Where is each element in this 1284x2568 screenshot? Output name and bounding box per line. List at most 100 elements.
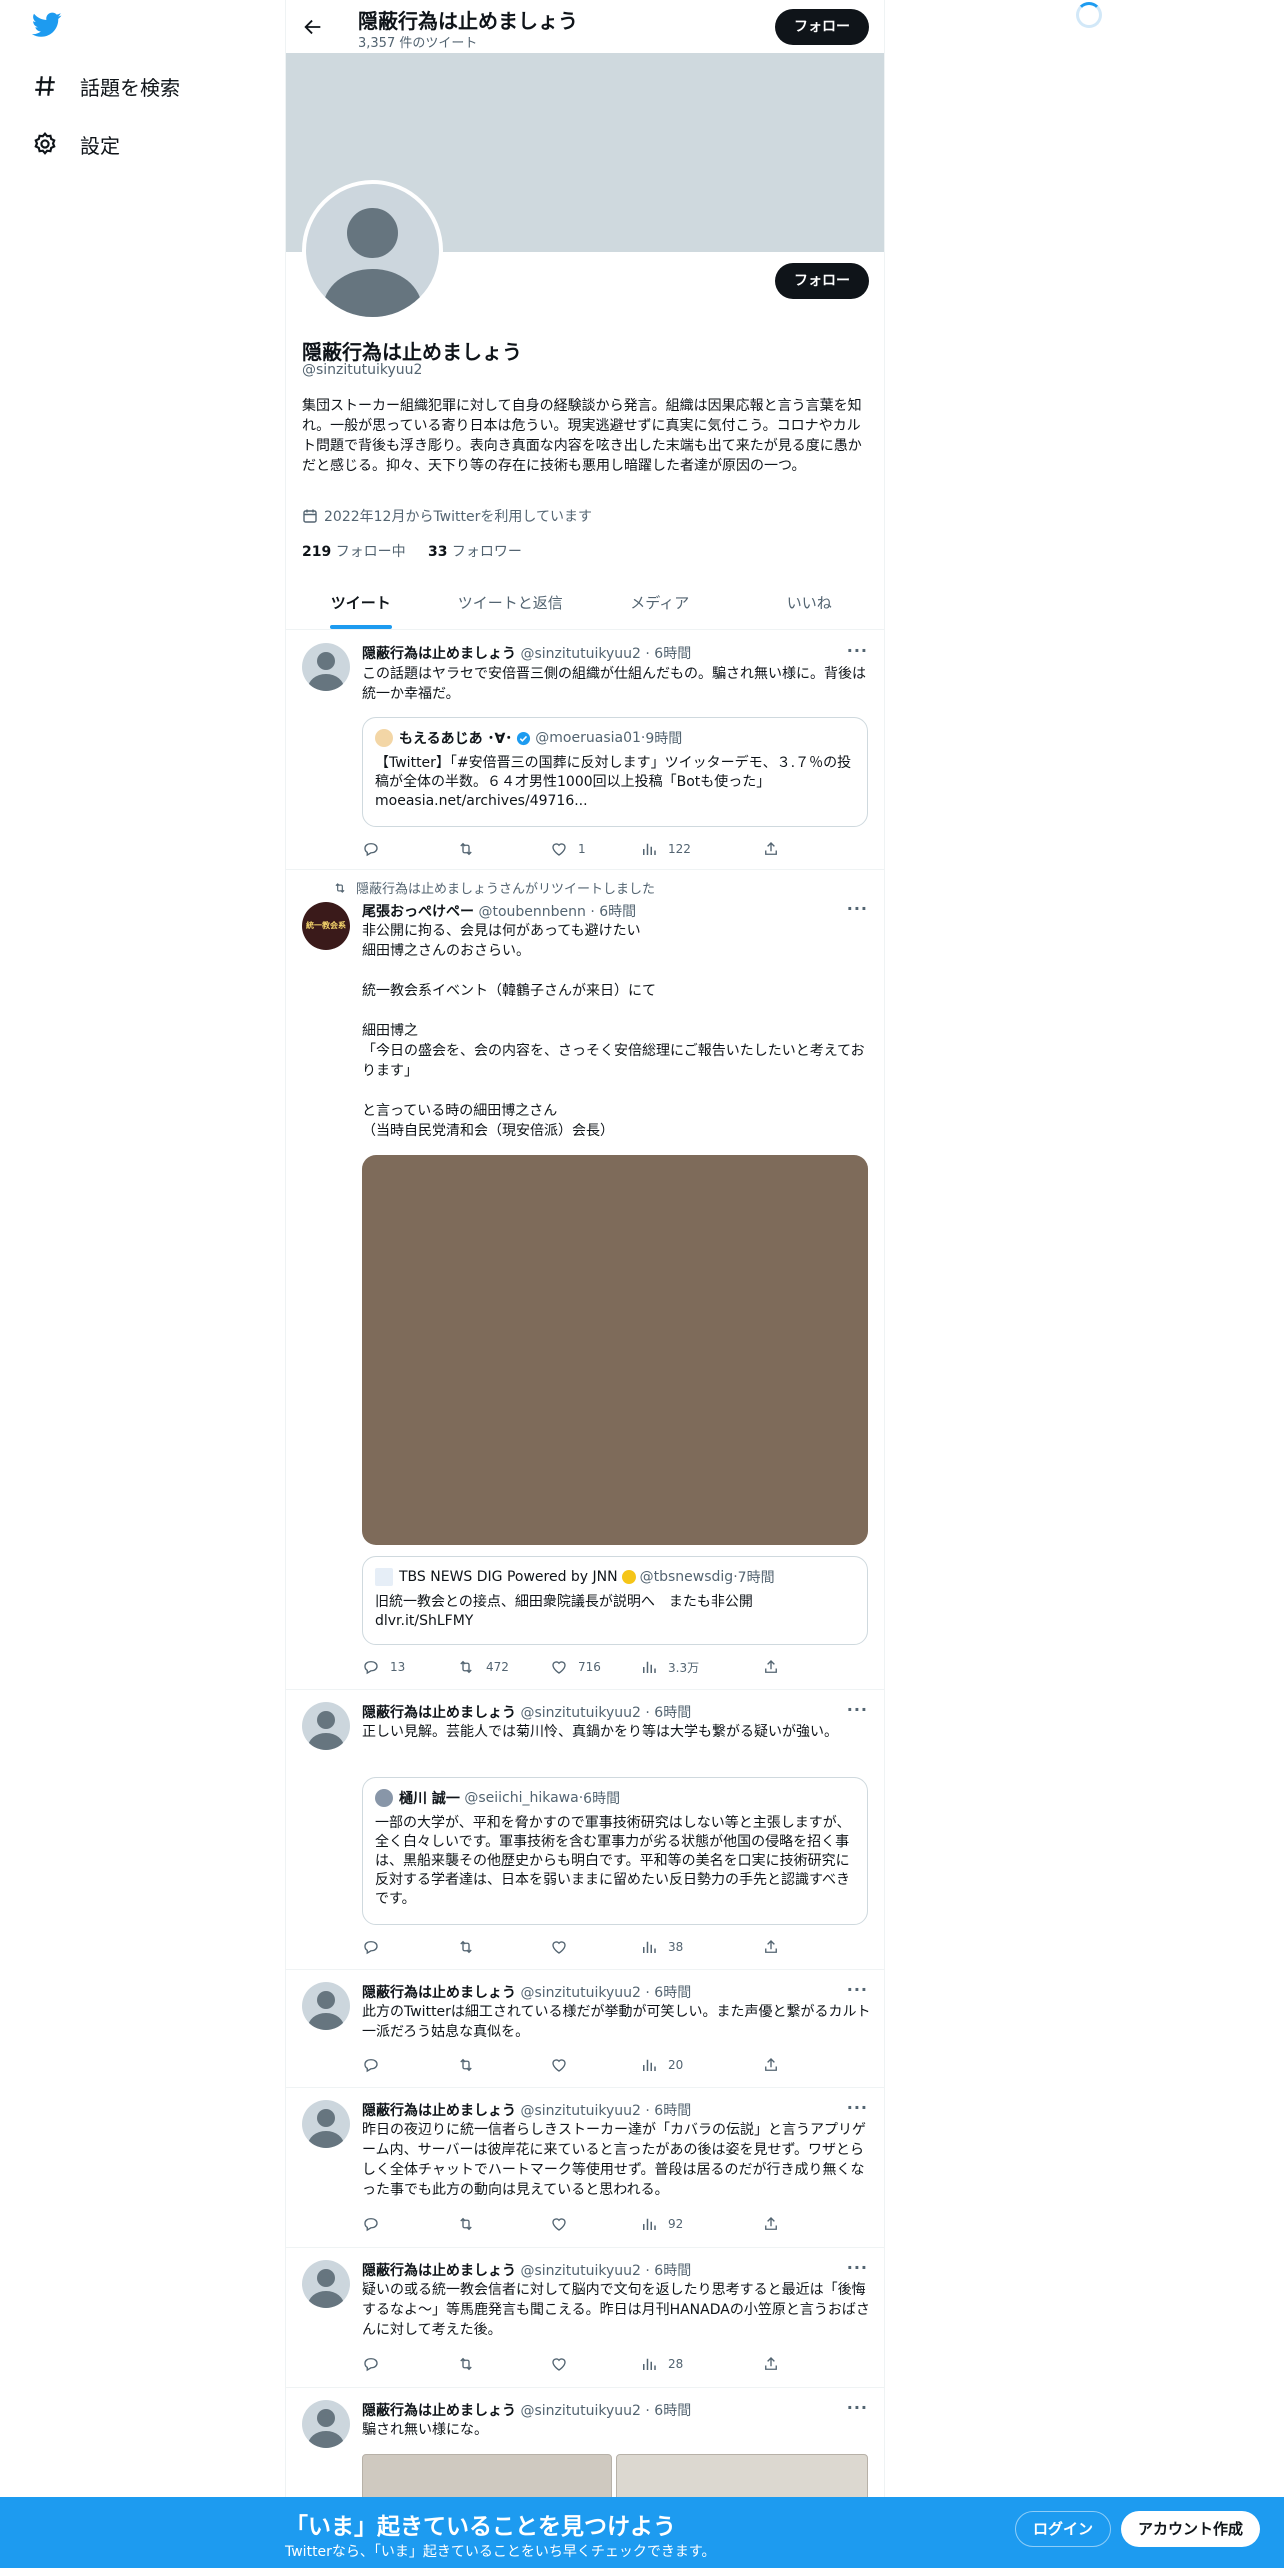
- like-button[interactable]: [550, 2056, 578, 2074]
- tweet-media-image[interactable]: [362, 1155, 868, 1545]
- tweet[interactable]: 隠蔽行為は止めましょう @sinzitutuikyuu2 · 6時間 ··· 正…: [286, 1690, 884, 1970]
- views-button[interactable]: 122: [640, 840, 691, 858]
- reply-button[interactable]: [362, 2355, 390, 2373]
- views-button[interactable]: 92: [640, 2215, 683, 2233]
- tweet-actions: 92: [362, 2215, 802, 2235]
- quote-tweet[interactable]: TBS NEWS DIG Powered by JNN @tbsnewsdig ·…: [362, 1556, 868, 1645]
- share-button[interactable]: [762, 1938, 780, 1956]
- header-follow-button[interactable]: フォロー: [775, 9, 869, 45]
- profile-timeline: 隠蔽行為は止めましょう 3,357 件のツイート フォロー フォロー 隠蔽行為は…: [285, 0, 885, 2568]
- share-button[interactable]: [762, 2056, 780, 2074]
- retweet-button[interactable]: [456, 2355, 486, 2373]
- reply-button[interactable]: 13: [362, 1658, 405, 1676]
- more-options-icon[interactable]: ···: [847, 1980, 868, 1999]
- avatar[interactable]: [302, 1702, 350, 1750]
- tweet-time[interactable]: 6時間: [599, 904, 636, 920]
- tweet-author-name[interactable]: 隠蔽行為は止めましょう: [362, 1985, 516, 2001]
- tweet-author-handle[interactable]: @sinzitutuikyuu2: [520, 646, 640, 662]
- tweet-time[interactable]: 6時間: [654, 2403, 691, 2419]
- avatar[interactable]: [302, 2100, 350, 2148]
- profile-follow-button[interactable]: フォロー: [775, 263, 869, 299]
- quote-tweet[interactable]: もえるあじあ ･∀･ @moeruasia01 · 9時間 【Twitter】「#…: [362, 717, 868, 827]
- more-options-icon[interactable]: ···: [847, 641, 868, 660]
- more-options-icon[interactable]: ···: [847, 2398, 868, 2417]
- quote-tweet[interactable]: 樋川 誠一 @seiichi_hikawa · 6時間 一部の大学が、平和を脅か…: [362, 1777, 868, 1925]
- views-button[interactable]: 20: [640, 2056, 683, 2074]
- share-button[interactable]: [762, 840, 780, 858]
- tweet-author-handle[interactable]: @sinzitutuikyuu2: [520, 1985, 640, 2001]
- tweet-author-handle[interactable]: @sinzitutuikyuu2: [520, 2103, 640, 2119]
- more-options-icon[interactable]: ···: [847, 1700, 868, 1719]
- tweet[interactable]: 隠蔽行為は止めましょう @sinzitutuikyuu2 · 6時間 ··· 疑…: [286, 2248, 884, 2388]
- like-button[interactable]: [550, 2355, 578, 2373]
- share-icon: [762, 1938, 780, 1956]
- share-button[interactable]: [762, 2215, 780, 2233]
- tweet-time[interactable]: 6時間: [654, 1705, 691, 1721]
- login-button[interactable]: ログイン: [1015, 2511, 1111, 2547]
- tweet-author-handle[interactable]: @sinzitutuikyuu2: [520, 2263, 640, 2279]
- avatar[interactable]: [302, 2400, 350, 2448]
- gear-icon: [32, 131, 58, 157]
- tweet-author-name[interactable]: 隠蔽行為は止めましょう: [362, 2263, 516, 2279]
- tweet[interactable]: 隠蔽行為は止めましょうさんがリツイートしました 統一教会系 尾張おっぺけペー @…: [286, 870, 884, 1690]
- tweet-text: 非公開に拘る、会見は何があっても避けたい 細田博之さんのおさらい。 統一教会系イ…: [362, 923, 865, 1139]
- avatar[interactable]: [302, 2260, 350, 2308]
- tweet-author-name[interactable]: 隠蔽行為は止めましょう: [362, 2103, 516, 2119]
- bar-chart-icon: [640, 2056, 658, 2074]
- tab-likes[interactable]: いいね: [735, 576, 885, 629]
- retweet-button[interactable]: [456, 2215, 486, 2233]
- share-button[interactable]: [762, 2355, 780, 2373]
- tweet-time[interactable]: 6時間: [654, 2263, 691, 2279]
- quote-author-handle: @tbsnewsdig: [639, 1569, 734, 1585]
- tweet[interactable]: 隠蔽行為は止めましょう @sinzitutuikyuu2 · 6時間 ··· こ…: [286, 630, 884, 870]
- tweet-author-handle[interactable]: @toubennbenn: [478, 904, 585, 920]
- signup-button[interactable]: アカウント作成: [1121, 2511, 1260, 2547]
- views-count: 28: [668, 2357, 684, 2371]
- views-button[interactable]: 3.3万: [640, 1658, 699, 1676]
- tweet-time[interactable]: 6時間: [654, 1985, 691, 2001]
- reply-button[interactable]: [362, 2215, 390, 2233]
- like-button[interactable]: [550, 1938, 578, 1956]
- tweet-author-name[interactable]: 隠蔽行為は止めましょう: [362, 646, 516, 662]
- more-options-icon[interactable]: ···: [847, 2258, 868, 2277]
- back-arrow-icon[interactable]: [302, 16, 324, 38]
- nav-item-explore[interactable]: 話題を検索: [32, 66, 180, 106]
- reply-button[interactable]: [362, 840, 390, 858]
- tab-tweets-replies[interactable]: ツイートと返信: [436, 576, 586, 629]
- tab-tweets[interactable]: ツイート: [286, 576, 436, 629]
- reply-button[interactable]: [362, 2056, 390, 2074]
- retweet-button[interactable]: [456, 840, 486, 858]
- reply-button[interactable]: [362, 1938, 390, 1956]
- tweet-author-name[interactable]: 尾張おっぺけペー: [362, 904, 474, 920]
- like-button[interactable]: 716: [550, 1658, 601, 1676]
- tweet-time[interactable]: 6時間: [654, 2103, 691, 2119]
- tweet-author-handle[interactable]: @sinzitutuikyuu2: [520, 2403, 640, 2419]
- avatar[interactable]: [302, 1982, 350, 2030]
- share-button[interactable]: [762, 1658, 780, 1676]
- tweet-author-handle[interactable]: @sinzitutuikyuu2: [520, 1705, 640, 1721]
- profile-avatar[interactable]: [302, 180, 443, 321]
- retweet-button[interactable]: [456, 1938, 486, 1956]
- tweet-time[interactable]: 6時間: [654, 646, 691, 662]
- tweet-author-name[interactable]: 隠蔽行為は止めましょう: [362, 2403, 516, 2419]
- avatar[interactable]: 統一教会系: [302, 902, 350, 950]
- retweet-button[interactable]: 472: [456, 1658, 509, 1676]
- twitter-logo-icon[interactable]: [32, 12, 62, 38]
- more-options-icon[interactable]: ···: [847, 2098, 868, 2117]
- tweet-meta: 隠蔽行為は止めましょう @sinzitutuikyuu2 · 6時間: [362, 2103, 692, 2119]
- avatar[interactable]: [302, 643, 350, 691]
- tweet-author-name[interactable]: 隠蔽行為は止めましょう: [362, 1705, 516, 1721]
- tweet[interactable]: 隠蔽行為は止めましょう @sinzitutuikyuu2 · 6時間 ··· 此…: [286, 1970, 884, 2088]
- retweet-button[interactable]: [456, 2056, 486, 2074]
- views-button[interactable]: 28: [640, 2355, 683, 2373]
- like-button[interactable]: [550, 2215, 578, 2233]
- nav-item-settings[interactable]: 設定: [32, 124, 120, 164]
- following-link[interactable]: 219 フォロー中: [302, 544, 406, 560]
- tweet[interactable]: 隠蔽行為は止めましょう @sinzitutuikyuu2 · 6時間 ··· 昨…: [286, 2088, 884, 2248]
- like-button[interactable]: 1: [550, 840, 586, 858]
- tab-media[interactable]: メディア: [585, 576, 735, 629]
- followers-link[interactable]: 33 フォロワー: [428, 544, 522, 560]
- more-options-icon[interactable]: ···: [847, 899, 868, 918]
- views-button[interactable]: 38: [640, 1938, 683, 1956]
- tweet-text: この話題はヤラセで安倍晋三側の組織が仕組んだもの。騙され無い様に。背後は統一か幸…: [362, 666, 866, 702]
